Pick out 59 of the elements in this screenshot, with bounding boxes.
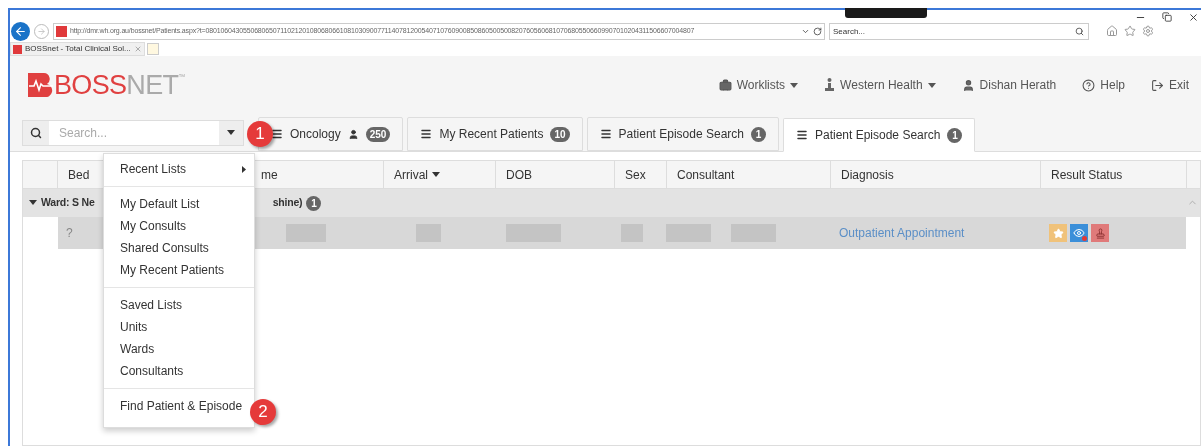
tab-label: Patient Episode Search <box>815 127 941 144</box>
list-icon <box>271 128 283 140</box>
stamp-flag[interactable] <box>1091 224 1109 242</box>
column-header[interactable]: me <box>261 165 278 184</box>
eye-flag[interactable] <box>1070 224 1088 242</box>
site-icon <box>56 25 67 37</box>
column-header[interactable]: Arrival <box>394 165 440 184</box>
nav-item[interactable]: Exit <box>1151 76 1189 94</box>
column-header[interactable]: Consultant <box>677 165 735 184</box>
forward-arrow-icon <box>37 26 46 36</box>
menu-item[interactable]: Consultants <box>104 360 254 382</box>
close-icon[interactable] <box>1188 12 1199 23</box>
column-header[interactable]: Sex <box>625 165 646 184</box>
count-badge: 1 <box>947 127 963 143</box>
nav-item[interactable]: Help <box>1082 76 1125 94</box>
group-label: Ward: S Ne <box>41 195 95 211</box>
menu-item[interactable]: My Recent Patients <box>104 259 254 281</box>
count-badge: 250 <box>365 126 391 142</box>
exit-icon <box>1151 78 1164 92</box>
refresh-icon[interactable] <box>813 26 822 36</box>
figure-icon <box>824 78 836 92</box>
menu-item[interactable]: My Consults <box>104 215 254 237</box>
browser-tab[interactable]: BOSSnet - Total Clinical Sol... <box>10 42 145 56</box>
table-cell-text: ? <box>66 225 73 242</box>
nav-item[interactable]: Dishan Herath <box>961 76 1057 94</box>
home-icon[interactable] <box>1106 25 1118 37</box>
menu-item[interactable]: Recent Lists <box>104 158 254 180</box>
tab-label: My Recent Patients <box>439 126 544 143</box>
briefcase-icon <box>718 78 732 92</box>
list-tab[interactable]: Patient Episode Search 1 <box>783 118 976 152</box>
group-label: shine) <box>272 195 303 211</box>
menu-item[interactable]: Saved Lists <box>104 294 254 316</box>
grip-icon[interactable] <box>845 8 927 18</box>
list-tab[interactable]: My Recent Patients 10 <box>407 117 583 151</box>
list-icon <box>420 128 433 140</box>
menu-item[interactable]: My Default List <box>104 193 254 215</box>
tab-label: Oncology <box>290 126 341 143</box>
menu-item[interactable]: Units <box>104 316 254 338</box>
column-header[interactable]: DOB <box>506 165 532 184</box>
column-header[interactable]: Bed <box>68 165 90 184</box>
list-icon <box>796 129 808 141</box>
nav-item[interactable]: Worklists <box>718 76 799 94</box>
list-icon <box>599 128 612 140</box>
back-arrow-icon <box>14 24 27 38</box>
user-icon <box>961 78 975 92</box>
tab-label: Patient Episode Search <box>618 126 744 143</box>
help-icon <box>1082 78 1096 92</box>
star-flag[interactable] <box>1049 224 1067 242</box>
menu-item[interactable]: Wards <box>104 338 254 360</box>
browser-search-field[interactable]: Search... <box>829 22 1089 40</box>
list-tab[interactable]: Patient Episode Search 1 <box>586 117 779 151</box>
back-button[interactable] <box>11 21 30 41</box>
count-badge: 1 <box>751 126 766 142</box>
count-badge: 1 <box>306 195 322 211</box>
nav-item[interactable]: Western Health <box>824 76 936 94</box>
column-header[interactable]: Diagnosis <box>841 165 894 184</box>
count-badge: 10 <box>550 126 570 142</box>
column-header[interactable]: Result Status <box>1051 165 1123 184</box>
restore-icon[interactable] <box>1162 12 1172 22</box>
